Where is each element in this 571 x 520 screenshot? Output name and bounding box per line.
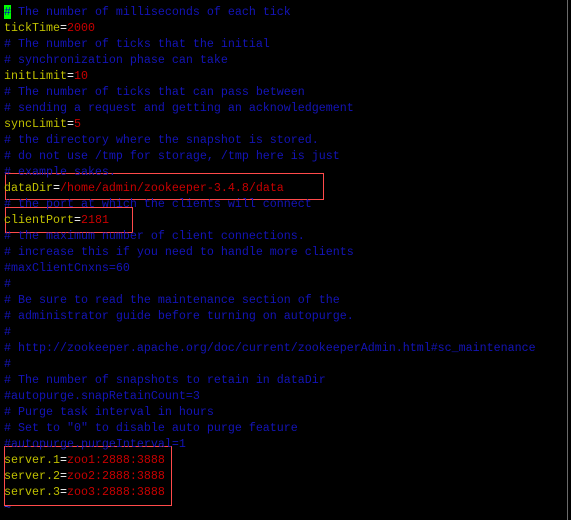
editor-line: initLimit=10: [4, 68, 88, 84]
equals-sign: =: [73, 213, 81, 227]
editor-line: #maxClientCnxns=60: [4, 260, 130, 276]
editor-line: # The number of milliseconds of each tic…: [4, 4, 291, 20]
editor-line: # The number of ticks that can pass betw…: [4, 84, 305, 100]
config-value: 2000: [66, 21, 95, 35]
editor-line: server.1=zoo1:2888:3888: [4, 452, 165, 468]
editor-line: server.3=zoo3:2888:3888: [4, 484, 165, 500]
config-key: server.1: [4, 453, 60, 467]
equals-sign: =: [59, 453, 67, 467]
comment-text: # http://zookeeper.apache.org/doc/curren…: [4, 341, 536, 355]
editor-line: # Set to "0" to disable auto purge featu…: [4, 420, 298, 436]
comment-text: #: [4, 277, 11, 291]
editor-line: syncLimit=5: [4, 116, 81, 132]
equals-sign: =: [66, 117, 74, 131]
editor-line: # The number of snapshots to retain in d…: [4, 372, 326, 388]
comment-text: #autopurge.purgeInterval=1: [4, 437, 186, 451]
comment-text: # Set to "0" to disable auto purge featu…: [4, 421, 298, 435]
editor-line: #autopurge.snapRetainCount=3: [4, 388, 200, 404]
editor-line: # do not use /tmp for storage, /tmp here…: [4, 148, 340, 164]
editor-line: # synchronization phase can take: [4, 52, 228, 68]
config-key: tickTime: [4, 21, 60, 35]
editor-line: #: [4, 276, 11, 292]
config-key: initLimit: [4, 69, 67, 83]
comment-text: # the maximum number of client connectio…: [4, 229, 305, 243]
editor-line: # example sakes.: [4, 164, 116, 180]
equals-sign: =: [59, 21, 67, 35]
config-key: dataDir: [4, 181, 53, 195]
config-value: zoo2:2888:3888: [66, 469, 165, 483]
config-key: syncLimit: [4, 117, 67, 131]
editor-line: # administrator guide before turning on …: [4, 308, 354, 324]
comment-text: # The number of ticks that the initial: [4, 37, 270, 51]
editor-line: server.2=zoo2:2888:3888: [4, 468, 165, 484]
editor-line: #: [4, 324, 11, 340]
text-cursor: #: [4, 5, 11, 19]
config-value: zoo1:2888:3888: [66, 453, 165, 467]
editor-line: # increase this if you need to handle mo…: [4, 244, 354, 260]
editor-line: # Be sure to read the maintenance sectio…: [4, 292, 340, 308]
equals-sign: =: [66, 69, 74, 83]
comment-text: #autopurge.snapRetainCount=3: [4, 389, 200, 403]
editor-line: # sending a request and getting an ackno…: [4, 100, 354, 116]
terminal-editor[interactable]: # The number of milliseconds of each tic…: [0, 0, 571, 520]
comment-text: # the port at which the clients will con…: [4, 197, 312, 211]
equals-sign: =: [59, 469, 67, 483]
empty-line-tilde: ~: [4, 501, 11, 515]
editor-line: tickTime=2000: [4, 20, 95, 36]
editor-line: clientPort=2181: [4, 212, 109, 228]
equals-sign: =: [59, 485, 67, 499]
config-value: 5: [73, 117, 81, 131]
config-key: server.3: [4, 485, 60, 499]
comment-text: # the directory where the snapshot is st…: [4, 133, 319, 147]
editor-line: # Purge task interval in hours: [4, 404, 214, 420]
comment-text: # synchronization phase can take: [4, 53, 228, 67]
editor-line: ~: [4, 500, 11, 516]
equals-sign: =: [52, 181, 60, 195]
editor-line: # the port at which the clients will con…: [4, 196, 312, 212]
comment-text: # The number of ticks that can pass betw…: [4, 85, 305, 99]
comment-text: #: [4, 325, 11, 339]
config-key: clientPort: [4, 213, 74, 227]
comment-text: # sending a request and getting an ackno…: [4, 101, 354, 115]
comment-text: # increase this if you need to handle mo…: [4, 245, 354, 259]
comment-text: # example sakes.: [4, 165, 116, 179]
config-value: 2181: [80, 213, 109, 227]
comment-text: #maxClientCnxns=60: [4, 261, 130, 275]
comment-text: #: [4, 357, 11, 371]
editor-line: dataDir=/home/admin/zookeeper-3.4.8/data: [4, 180, 284, 196]
editor-line: #autopurge.purgeInterval=1: [4, 436, 186, 452]
editor-line: # the maximum number of client connectio…: [4, 228, 305, 244]
config-value: 10: [73, 69, 88, 83]
comment-text: # Be sure to read the maintenance sectio…: [4, 293, 340, 307]
editor-line: #: [4, 356, 11, 372]
comment-text: # The number of snapshots to retain in d…: [4, 373, 326, 387]
editor-line: # the directory where the snapshot is st…: [4, 132, 319, 148]
comment-text: # do not use /tmp for storage, /tmp here…: [4, 149, 340, 163]
config-value: /home/admin/zookeeper-3.4.8/data: [59, 181, 284, 195]
editor-line: # http://zookeeper.apache.org/doc/curren…: [4, 340, 536, 356]
comment-text: The number of milliseconds of each tick: [11, 5, 291, 19]
comment-text: # administrator guide before turning on …: [4, 309, 354, 323]
config-key: server.2: [4, 469, 60, 483]
comment-text: # Purge task interval in hours: [4, 405, 214, 419]
config-value: zoo3:2888:3888: [66, 485, 165, 499]
editor-line: # The number of ticks that the initial: [4, 36, 270, 52]
